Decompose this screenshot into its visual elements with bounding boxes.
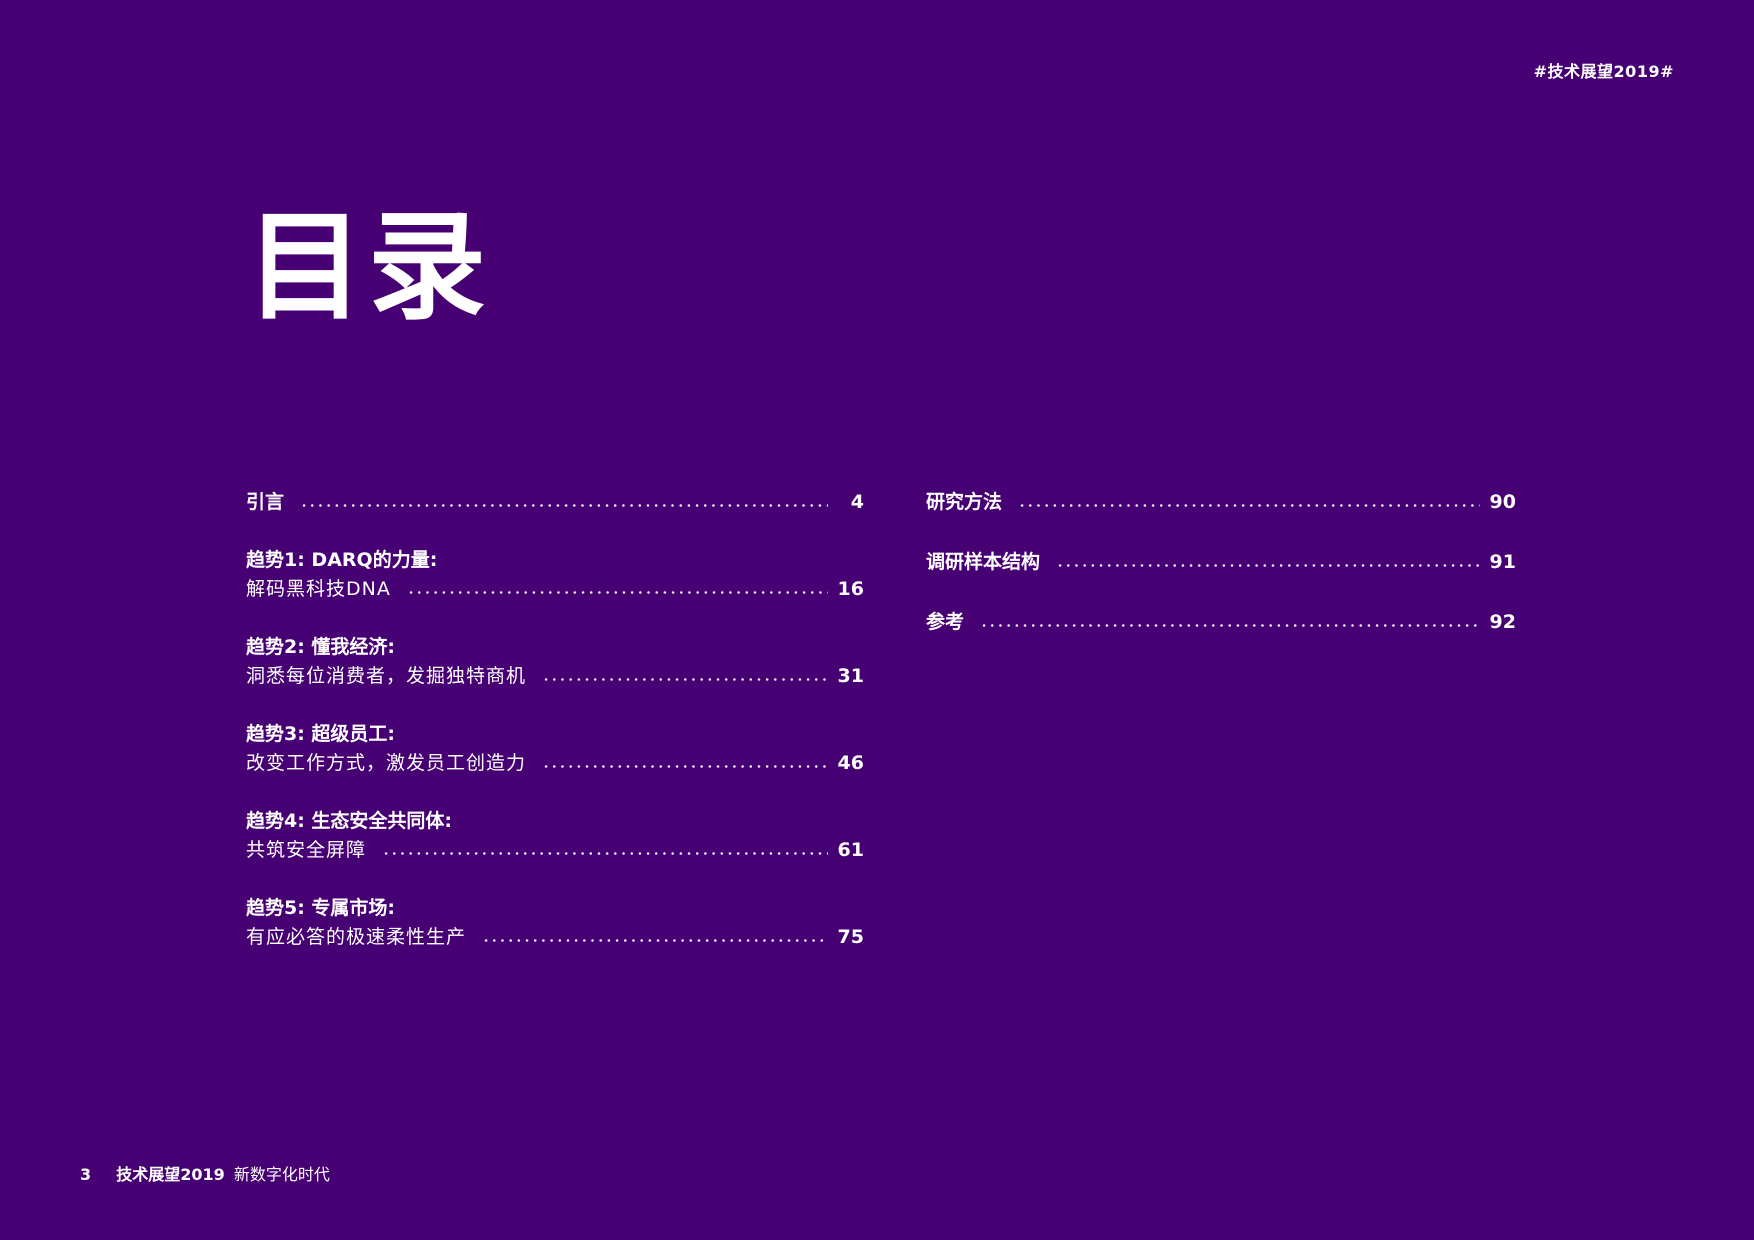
toc-entry-title: 趋势3: 超级员工:: [246, 723, 396, 745]
toc-entry-trend-1[interactable]: 趋势1: DARQ的力量: 解码黑科技DNA 16: [246, 546, 864, 604]
toc-page-number: 31: [837, 665, 864, 687]
toc-entry-label: 引言: [246, 491, 285, 513]
toc-page-number: 16: [837, 578, 864, 600]
footer-subtitle: 新数字化时代: [233, 1165, 330, 1184]
toc-entry-label: 解码黑科技DNA: [246, 578, 391, 600]
dot-leader: [482, 939, 828, 942]
toc-entry-label: 研究方法: [926, 491, 1003, 513]
toc-right-column: 研究方法 90 调研样本结构 91 参考 92: [926, 488, 1516, 668]
dot-leader: [406, 591, 828, 594]
toc-entry-label: 洞悉每位消费者，发掘独特商机: [246, 665, 527, 687]
toc-entry-title: 趋势4: 生态安全共同体:: [246, 810, 453, 832]
dot-leader: [542, 678, 828, 681]
toc-page-number: 75: [837, 926, 864, 948]
toc-entry-title: 趋势5: 专属市场:: [246, 897, 396, 919]
toc-entry-sample-structure[interactable]: 调研样本结构 91: [926, 548, 1516, 577]
page-title: 目录: [246, 198, 491, 336]
page-footer: 3 技术展望2019 新数字化时代: [80, 1161, 330, 1185]
toc-entry-label: 参考: [926, 611, 965, 633]
toc-left-column: 引言 4 趋势1: DARQ的力量: 解码黑科技DNA 16 趋势2: 懂我经济…: [246, 488, 864, 981]
toc-entry-label: 改变工作方式，激发员工创造力: [246, 752, 527, 774]
footer-brand: 技术展望2019: [116, 1165, 225, 1184]
dot-leader: [300, 504, 828, 507]
toc-entry-intro[interactable]: 引言 4: [246, 488, 864, 517]
toc-entry-references[interactable]: 参考 92: [926, 608, 1516, 637]
toc-page-number: 4: [850, 491, 864, 513]
toc-entry-trend-4[interactable]: 趋势4: 生态安全共同体: 共筑安全屏障 61: [246, 807, 864, 865]
toc-page-number: 91: [1489, 551, 1516, 573]
toc-entry-label: 有应必答的极速柔性生产: [246, 926, 467, 948]
dot-leader: [382, 852, 828, 855]
dot-leader: [980, 624, 1480, 627]
header-hashtag: #技术展望2019#: [1533, 62, 1674, 81]
toc-page-number: 92: [1489, 611, 1516, 633]
toc-entry-methodology[interactable]: 研究方法 90: [926, 488, 1516, 517]
toc-entry-label: 调研样本结构: [926, 551, 1041, 573]
toc-entry-trend-5[interactable]: 趋势5: 专属市场: 有应必答的极速柔性生产 75: [246, 894, 864, 952]
toc-entry-title: 趋势1: DARQ的力量:: [246, 549, 438, 571]
toc-entry-title: 趋势2: 懂我经济:: [246, 636, 396, 658]
dot-leader: [1056, 564, 1480, 567]
dot-leader: [542, 765, 828, 768]
toc-entry-trend-2[interactable]: 趋势2: 懂我经济: 洞悉每位消费者，发掘独特商机 31: [246, 633, 864, 691]
toc-page-number: 90: [1489, 491, 1516, 513]
toc-page-number: 61: [837, 839, 864, 861]
footer-page-number: 3: [80, 1165, 92, 1184]
toc-page-number: 46: [837, 752, 864, 774]
toc-entry-trend-3[interactable]: 趋势3: 超级员工: 改变工作方式，激发员工创造力 46: [246, 720, 864, 778]
dot-leader: [1018, 504, 1480, 507]
toc-entry-label: 共筑安全屏障: [246, 839, 367, 861]
